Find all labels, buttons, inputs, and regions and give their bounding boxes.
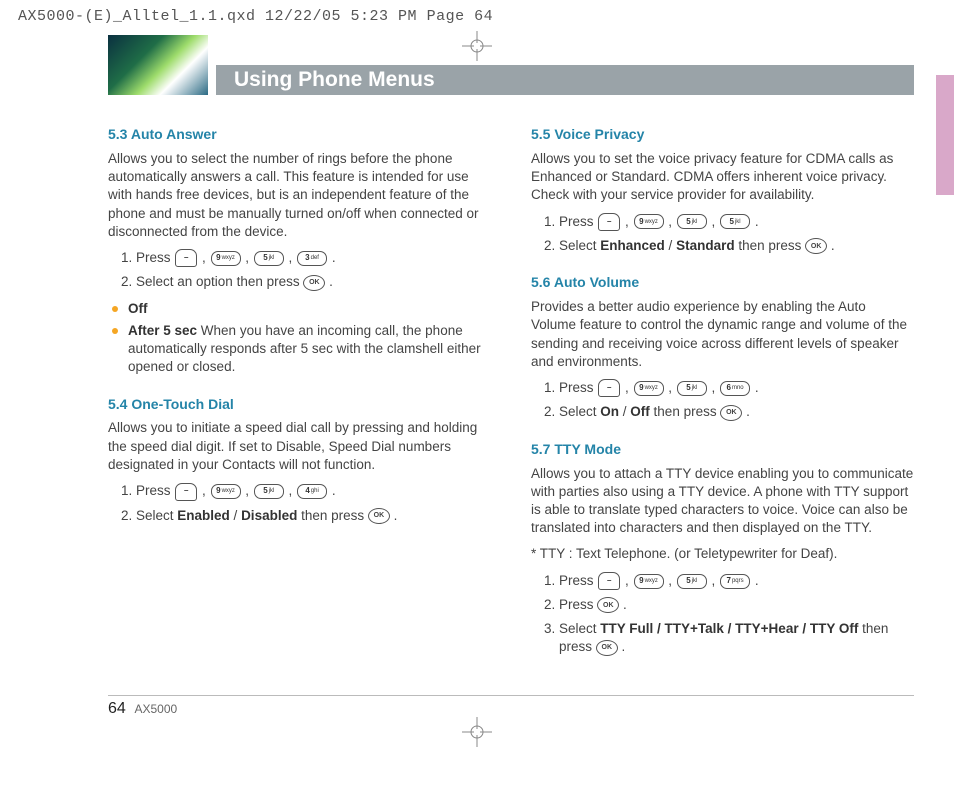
step: Press , 9wxyz , 5jkl , 7pqrs . bbox=[559, 572, 914, 590]
softkey-icon bbox=[175, 483, 197, 501]
ok-key-icon: OK bbox=[368, 508, 390, 524]
key-9-icon: 9wxyz bbox=[211, 251, 241, 266]
crop-mark-bottom bbox=[462, 717, 492, 752]
softkey-icon bbox=[598, 379, 620, 397]
header-thumbnail bbox=[108, 35, 208, 95]
section-body: Allows you to initiate a speed dial call… bbox=[108, 419, 491, 474]
step: Select TTY Full / TTY+Talk / TTY+Hear / … bbox=[559, 620, 914, 656]
ok-key-icon: OK bbox=[303, 275, 325, 291]
bullet-icon bbox=[112, 328, 118, 334]
section-heading-5-4: 5.4 One-Touch Dial bbox=[108, 395, 491, 414]
section-heading-5-5: 5.5 Voice Privacy bbox=[531, 125, 914, 144]
step: Press , 9wxyz , 5jkl , 4ghi . bbox=[136, 482, 491, 500]
step: Select Enhanced / Standard then press OK… bbox=[559, 237, 914, 255]
key-6-icon: 6mno bbox=[720, 381, 750, 396]
ok-key-icon: OK bbox=[597, 597, 619, 613]
key-4-icon: 4ghi bbox=[297, 484, 327, 499]
page-number: 64 bbox=[108, 700, 126, 717]
bullet-item: After 5 sec When you have an incoming ca… bbox=[112, 322, 491, 377]
key-5-icon: 5jkl bbox=[677, 574, 707, 589]
ok-key-icon: OK bbox=[720, 405, 742, 421]
step: Press OK . bbox=[559, 596, 914, 614]
ok-key-icon: OK bbox=[596, 640, 618, 656]
section-body: Allows you to attach a TTY device enabli… bbox=[531, 465, 914, 538]
section-heading-5-7: 5.7 TTY Mode bbox=[531, 440, 914, 459]
key-9-icon: 9wxyz bbox=[211, 484, 241, 499]
key-9-icon: 9wxyz bbox=[634, 381, 664, 396]
model-name: AX5000 bbox=[134, 702, 177, 716]
step: Select Enabled / Disabled then press OK … bbox=[136, 507, 491, 525]
page-footer: 64 AX5000 bbox=[108, 695, 914, 718]
bullet-item: Off bbox=[112, 300, 491, 318]
bullet-icon bbox=[112, 306, 118, 312]
footnote: * TTY : Text Telephone. (or Teletypewrit… bbox=[531, 545, 914, 563]
section-tab bbox=[936, 75, 954, 195]
right-column: 5.5 Voice Privacy Allows you to set the … bbox=[531, 125, 914, 665]
key-3-icon: 3def bbox=[297, 251, 327, 266]
page-title: Using Phone Menus bbox=[216, 65, 914, 95]
section-body: Allows you to set the voice privacy feat… bbox=[531, 150, 914, 205]
key-5-icon: 5jkl bbox=[254, 484, 284, 499]
section-heading-5-6: 5.6 Auto Volume bbox=[531, 273, 914, 292]
softkey-icon bbox=[598, 572, 620, 590]
key-5-icon: 5jkl bbox=[720, 214, 750, 229]
section-heading-5-3: 5.3 Auto Answer bbox=[108, 125, 491, 144]
key-9-icon: 9wxyz bbox=[634, 214, 664, 229]
step: Select On / Off then press OK . bbox=[559, 403, 914, 421]
key-5-icon: 5jkl bbox=[677, 214, 707, 229]
section-body: Provides a better audio experience by en… bbox=[531, 298, 914, 371]
key-9-icon: 9wxyz bbox=[634, 574, 664, 589]
header: Using Phone Menus bbox=[108, 35, 914, 95]
crop-mark-top bbox=[462, 31, 492, 66]
step: Press , 9wxyz , 5jkl , 3def . bbox=[136, 249, 491, 267]
key-5-icon: 5jkl bbox=[677, 381, 707, 396]
key-7-icon: 7pqrs bbox=[720, 574, 750, 589]
step: Select an option then press OK . bbox=[136, 273, 491, 291]
section-body: Allows you to select the number of rings… bbox=[108, 150, 491, 241]
left-column: 5.3 Auto Answer Allows you to select the… bbox=[108, 125, 491, 665]
step: Press , 9wxyz , 5jkl , 6mno . bbox=[559, 379, 914, 397]
print-slug: AX5000-(E)_Alltel_1.1.qxd 12/22/05 5:23 … bbox=[0, 0, 954, 25]
step: Press , 9wxyz , 5jkl , 5jkl . bbox=[559, 213, 914, 231]
page: Using Phone Menus 5.3 Auto Answer Allows… bbox=[0, 35, 954, 748]
key-5-icon: 5jkl bbox=[254, 251, 284, 266]
softkey-icon bbox=[598, 213, 620, 231]
ok-key-icon: OK bbox=[805, 238, 827, 254]
softkey-icon bbox=[175, 249, 197, 267]
